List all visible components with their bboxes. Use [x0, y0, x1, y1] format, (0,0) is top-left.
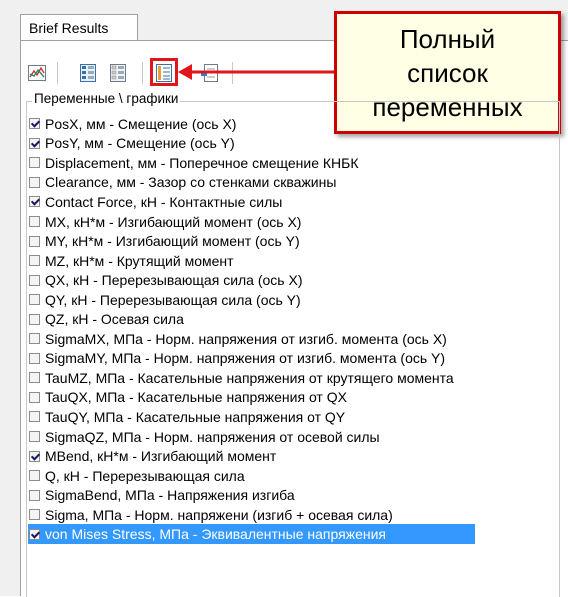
variables-group-title: Переменные \ графики — [32, 90, 181, 108]
variable-checkbox[interactable] — [29, 313, 40, 325]
variable-label: QY, кН - Перерезывающая сила (ось Y) — [45, 291, 301, 308]
variable-label: QZ, кН - Осевая сила — [45, 311, 184, 328]
variable-checkbox[interactable] — [29, 294, 40, 306]
callout-line: Полный — [399, 23, 496, 54]
variable-row[interactable]: SigmaMX, МПа - Норм. напряжения от изгиб… — [28, 329, 558, 349]
variable-label: Clearance, мм - Зазор со стенками скважи… — [45, 174, 337, 191]
variable-row[interactable]: Clearance, мм - Зазор со стенками скважи… — [28, 173, 558, 193]
variable-row[interactable]: TauMZ, МПа - Касательные напряжения от к… — [28, 368, 558, 388]
variable-checkbox[interactable] — [29, 137, 40, 149]
variable-label: TauQY, МПа - Касательные напряжения от Q… — [45, 408, 346, 425]
variable-row[interactable]: Displacement, мм - Поперечное смещение К… — [28, 153, 558, 173]
variable-checkbox[interactable] — [29, 470, 40, 482]
variable-checkbox[interactable] — [29, 118, 40, 130]
variable-label: Contact Force, кН - Контактные силы — [45, 193, 283, 210]
variable-label: SigmaMX, МПа - Норм. напряжения от изгиб… — [45, 330, 447, 347]
chart-icon[interactable] — [27, 62, 47, 84]
variable-checkbox[interactable] — [29, 235, 40, 247]
variable-checkbox[interactable] — [29, 352, 40, 364]
variable-row[interactable]: Contact Force, кН - Контактные силы — [28, 192, 558, 212]
variable-row[interactable]: von Mises Stress, МПа - Эквивалентные на… — [28, 524, 475, 545]
variable-checkbox[interactable] — [29, 216, 40, 227]
callout-line: список — [407, 57, 488, 88]
variable-row[interactable]: Sigma, МПа - Норм. напряжени (изгиб + ос… — [28, 505, 558, 525]
results-window: Brief Results Полный список переменных П… — [0, 0, 568, 597]
variable-label: SigmaMY, МПа - Норм. напряжения от изгиб… — [45, 350, 446, 367]
variable-checkbox[interactable] — [29, 509, 40, 521]
variable-row[interactable]: TauQY, МПа - Касательные напряжения от Q… — [28, 407, 558, 427]
toolbar-separator — [142, 62, 143, 84]
variable-label: MY, кН*м - Изгибающий момент (ось Y) — [45, 233, 300, 250]
variable-label: Sigma, МПа - Норм. напряжени (изгиб + ос… — [45, 506, 393, 523]
variable-checkbox[interactable] — [29, 431, 40, 443]
variable-row[interactable]: QZ, кН - Осевая сила — [28, 309, 558, 329]
variable-label: QX, кН - Перерезывающая сила (ось X) — [45, 272, 303, 289]
variable-row[interactable]: PosX, мм - Смещение (ось X) — [28, 114, 558, 134]
variable-checkbox[interactable] — [29, 411, 40, 423]
variable-checkbox[interactable] — [29, 176, 40, 188]
variable-label: SigmaQZ, МПа - Норм. напряжения от осево… — [45, 428, 380, 445]
variable-row[interactable]: MZ, кН*м - Крутящий момент — [28, 251, 558, 271]
tab-brief-results[interactable]: Brief Results — [20, 14, 138, 40]
variable-label: Displacement, мм - Поперечное смещение К… — [45, 154, 359, 171]
variable-row[interactable]: MX, кН*м - Изгибающий момент (ось X) — [28, 212, 558, 232]
variable-row[interactable]: QY, кН - Перерезывающая сила (ось Y) — [28, 290, 558, 310]
variable-checkbox[interactable] — [29, 450, 40, 462]
variable-checkbox[interactable] — [29, 333, 40, 345]
variables-list: PosX, мм - Смещение (ось X) PosY, мм - См… — [28, 114, 558, 545]
variable-row[interactable]: MBend, кН*м - Изгибающий момент — [28, 446, 558, 466]
variable-label: MBend, кН*м - Изгибающий момент — [45, 448, 277, 465]
full-list-highlight — [150, 58, 178, 86]
variable-row[interactable]: PosY, мм - Смещение (ось Y) — [28, 134, 558, 154]
variable-checkbox[interactable] — [29, 255, 40, 267]
variable-label: Q, кН - Перерезывающая сила — [45, 467, 245, 484]
variable-label: TauQX, МПа - Касательные напряжения от Q… — [45, 389, 347, 406]
variable-checkbox[interactable] — [29, 489, 40, 501]
variable-checkbox[interactable] — [29, 274, 40, 286]
variable-row[interactable]: TauQX, МПа - Касательные напряжения от Q… — [28, 388, 558, 408]
variable-label: PosX, мм - Смещение (ось X) — [45, 115, 237, 132]
grid-deselect-icon[interactable] — [108, 62, 128, 84]
variable-label: MX, кН*м - Изгибающий момент (ось X) — [45, 213, 302, 230]
variable-row[interactable]: QX, кН - Перерезывающая сила (ось X) — [28, 270, 558, 290]
variable-label: PosY, мм - Смещение (ось Y) — [45, 135, 235, 152]
toolbar-separator — [57, 62, 58, 84]
variable-row[interactable]: SigmaBend, МПа - Напряжения изгиба — [28, 485, 558, 505]
variable-checkbox[interactable] — [29, 528, 40, 540]
variable-checkbox[interactable] — [29, 391, 40, 403]
variable-row[interactable]: SigmaMY, МПа - Норм. напряжения от изгиб… — [28, 349, 558, 369]
grid-select-icon[interactable] — [78, 62, 98, 84]
variable-checkbox[interactable] — [29, 196, 40, 208]
variable-checkbox[interactable] — [29, 372, 40, 384]
variable-row[interactable]: MY, кН*м - Изгибающий момент (ось Y) — [28, 231, 558, 251]
variable-label: von Mises Stress, МПа - Эквивалентные на… — [45, 526, 386, 543]
callout-arrow — [178, 64, 336, 80]
variable-row[interactable]: SigmaQZ, МПа - Норм. напряжения от осево… — [28, 427, 558, 447]
variable-label: TauMZ, МПа - Касательные напряжения от к… — [45, 369, 454, 386]
variable-checkbox[interactable] — [29, 157, 40, 169]
variable-row[interactable]: Q, кН - Перерезывающая сила — [28, 466, 558, 486]
variable-label: SigmaBend, МПа - Напряжения изгиба — [45, 487, 295, 504]
variable-label: MZ, кН*м - Крутящий момент — [45, 252, 234, 269]
